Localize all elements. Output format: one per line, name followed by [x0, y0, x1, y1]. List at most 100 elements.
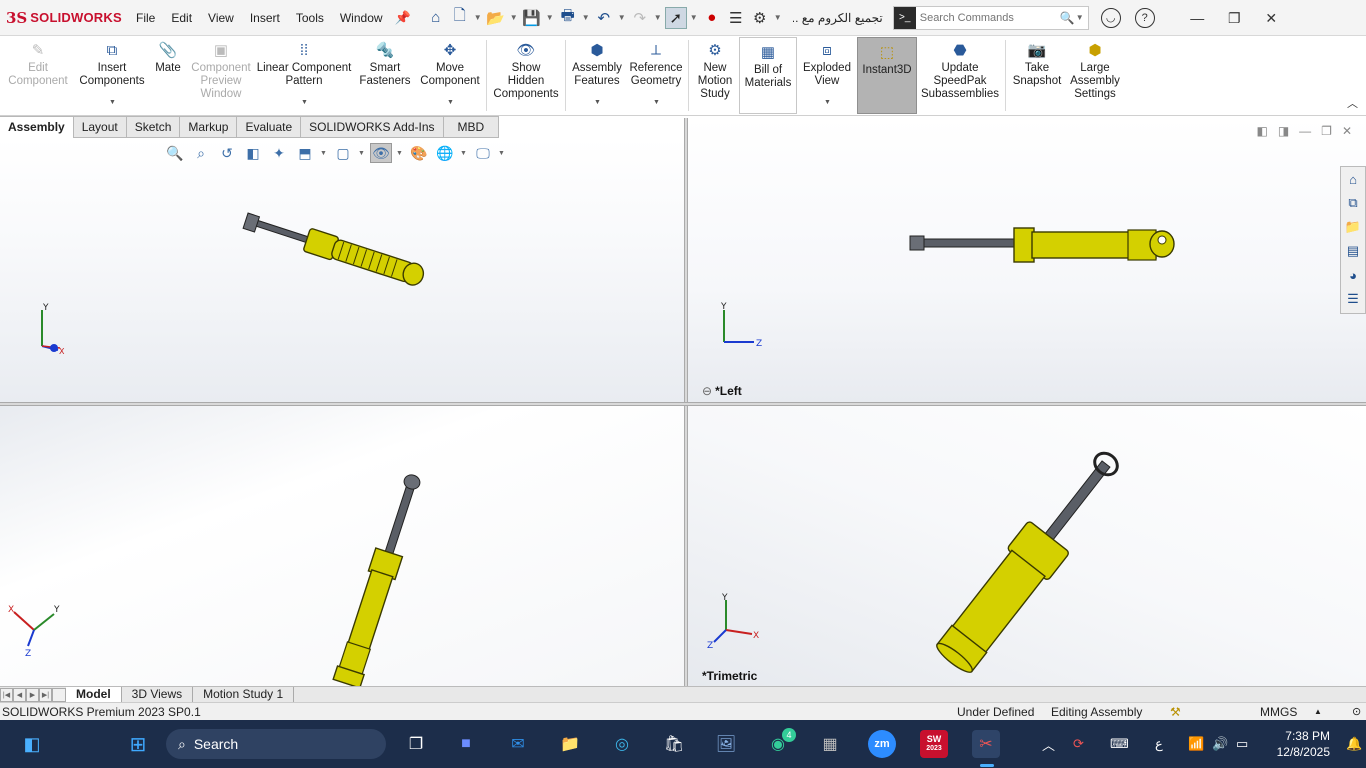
tab-sketch[interactable]: Sketch [126, 116, 181, 138]
file-properties-icon[interactable]: ☰ [725, 7, 747, 29]
large-assembly-settings-button[interactable]: ⬢ Large Assembly Settings [1066, 36, 1124, 115]
insert-components-button[interactable]: ⧉ Insert Components ▼ [76, 36, 148, 115]
dynamic-annotation-icon[interactable]: ✦ [268, 143, 290, 163]
keyboard-icon[interactable]: ⌨ [1110, 720, 1129, 768]
custom-properties-icon[interactable]: ☰ [1343, 289, 1363, 309]
viewport-close-icon[interactable]: ✕ [1342, 124, 1352, 138]
bill-of-materials-button[interactable]: ▦ Bill of Materials [739, 37, 797, 114]
tab-evaluate[interactable]: Evaluate [237, 116, 302, 138]
taskbar-search[interactable]: ⌕ Search [166, 729, 386, 759]
open-icon[interactable]: 📂 [485, 7, 507, 29]
menu-window[interactable]: Window [332, 0, 391, 36]
edit-component-button[interactable]: ✎ Edit Component [0, 36, 76, 115]
units-dropdown-icon[interactable]: ▲ [1314, 703, 1322, 721]
viewport-bottom-left[interactable]: X Y Z [0, 406, 684, 686]
last-tab-icon[interactable]: ▶| [39, 687, 52, 702]
next-tab-icon[interactable]: ▶ [26, 687, 39, 702]
viewport-top-left[interactable]: Y X [0, 138, 684, 402]
tab-model[interactable]: Model [66, 686, 122, 703]
chevron-down-icon[interactable]: ▼ [447, 96, 454, 109]
file-explorer-icon[interactable]: 📁 [1343, 217, 1363, 237]
rebuild-icon[interactable]: ⚒ [1170, 703, 1181, 721]
status-help-icon[interactable]: ⊙ [1352, 703, 1361, 721]
pin-menu-icon[interactable]: 📌 [395, 10, 411, 26]
search-icon[interactable]: 🔍 [1060, 11, 1076, 25]
model-cylinder-view-4[interactable] [688, 406, 1366, 686]
menu-file[interactable]: File [128, 0, 163, 36]
tab-mbd[interactable]: MBD [443, 116, 500, 138]
show-hidden-components-button[interactable]: 👁 Show Hidden Components [489, 36, 563, 115]
chevron-down-icon[interactable]: ▼ [301, 96, 308, 109]
restore-icon[interactable]: ❐ [1216, 0, 1253, 36]
viewport-minimize-icon[interactable]: — [1299, 124, 1311, 138]
solidworks-taskbar-icon[interactable]: SW 2023 [920, 730, 948, 758]
unit-system[interactable]: MMGS [1260, 703, 1297, 721]
tab-solidworks-add-ins[interactable]: SOLIDWORKS Add-Ins [301, 116, 444, 138]
meet-app-icon[interactable]: ■ [452, 730, 480, 758]
redo-icon[interactable]: ↷ [629, 7, 651, 29]
minimize-icon[interactable]: — [1179, 0, 1216, 36]
apply-scene-icon[interactable]: 🌐 [434, 143, 456, 163]
snipping-tool-icon[interactable]: ✂ [972, 730, 1000, 758]
model-cylinder-view-2[interactable] [688, 118, 1348, 402]
edge-browser-icon[interactable]: ◎ [608, 730, 636, 758]
smart-fasteners-button[interactable]: 🔩 Smart Fasteners [354, 36, 416, 115]
move-component-button[interactable]: ✥ Move Component ▼ [416, 36, 484, 115]
instant3d-button[interactable]: ⬚ Instant3D [857, 37, 917, 114]
zoom-to-area-icon[interactable]: ⌕ [190, 143, 212, 163]
show-hidden-icons-icon[interactable]: ︿ [1042, 720, 1055, 768]
volume-icon[interactable]: 🔊 [1212, 720, 1228, 768]
tab-markup[interactable]: Markup [180, 116, 238, 138]
view-settings-dropdown-icon[interactable]: ▼ [498, 150, 506, 157]
tab-assembly[interactable]: Assembly [0, 116, 74, 138]
print-icon[interactable]: 🖶 [557, 7, 579, 29]
select-pointer-icon[interactable]: ➚ [664, 6, 687, 29]
mate-button[interactable]: 📎 Mate [148, 36, 188, 115]
display-style-dropdown-icon[interactable]: ▼ [358, 150, 366, 157]
options-gear-icon[interactable]: ⚙ [749, 7, 771, 29]
photos-icon[interactable]: 🖼 [712, 730, 740, 758]
tab-layout[interactable]: Layout [73, 116, 127, 138]
viewport-top-right[interactable]: ◧ ◨ — ❐ ✕ Y Z ⊖ *Left [688, 118, 1366, 402]
linear-component-pattern-button[interactable]: ⁞⁞ Linear Component Pattern ▼ [254, 36, 354, 115]
undo-icon[interactable]: ↶ [593, 7, 615, 29]
viewport-restore-icon[interactable]: ❐ [1321, 124, 1332, 138]
component-preview-window-button[interactable]: ▣ Component Preview Window [188, 36, 254, 115]
new-motion-study-button[interactable]: ⚙ New Motion Study [691, 36, 739, 115]
store-icon[interactable]: 🛍 [660, 730, 688, 758]
close-icon[interactable]: ✕ [1253, 0, 1290, 36]
design-library-icon[interactable]: ⧉ [1343, 193, 1363, 213]
wifi-icon[interactable]: 📶 [1188, 720, 1204, 768]
undo-dropdown-icon[interactable]: ▼ [617, 13, 627, 22]
search-dropdown-icon[interactable]: ▼ [1076, 13, 1088, 22]
calculator-icon[interactable]: ▦ [816, 730, 844, 758]
rebuild-traffic-light-icon[interactable]: ● [701, 7, 723, 29]
edit-appearance-icon[interactable]: 🎨 [408, 143, 430, 163]
system-clock[interactable]: 7:38 PM 12/8/2025 [1266, 728, 1330, 760]
take-snapshot-button[interactable]: 📷 Take Snapshot [1008, 36, 1066, 115]
appearances-scenes-icon[interactable]: ◕ [1343, 265, 1363, 285]
viewport-bottom-right[interactable]: Y X Z *Trimetric [688, 406, 1366, 686]
exploded-view-button[interactable]: ⧈ Exploded View ▼ [797, 36, 857, 115]
chevron-down-icon[interactable]: ▼ [109, 96, 116, 109]
redo-dropdown-icon[interactable]: ▼ [653, 13, 663, 22]
open-dropdown-icon[interactable]: ▼ [509, 13, 519, 22]
section-view-icon[interactable]: ◧ [242, 143, 264, 163]
apply-scene-dropdown-icon[interactable]: ▼ [460, 150, 468, 157]
widgets-icon[interactable]: ◧ [18, 730, 46, 758]
model-cylinder-view-1[interactable] [0, 138, 684, 402]
save-dropdown-icon[interactable]: ▼ [545, 13, 555, 22]
zoom-app-icon[interactable]: zm [868, 730, 896, 758]
user-account-icon[interactable]: ◡ [1100, 7, 1121, 28]
task-view-icon[interactable]: ❐ [402, 730, 430, 758]
menu-tools[interactable]: Tools [288, 0, 332, 36]
select-dropdown-icon[interactable]: ▼ [689, 13, 699, 22]
file-explorer-icon[interactable]: 📁 [556, 730, 584, 758]
new-document-icon[interactable]: 🗋 [449, 7, 471, 29]
zoom-to-fit-icon[interactable]: 🔍 [164, 143, 186, 163]
collapse-ribbon-icon[interactable]: ︿ [1347, 95, 1358, 111]
menu-edit[interactable]: Edit [163, 0, 200, 36]
input-language[interactable]: ع [1155, 720, 1163, 768]
display-style-icon[interactable]: ▢ [332, 143, 354, 163]
view-orientation-icon[interactable]: ⬒ [294, 143, 316, 163]
